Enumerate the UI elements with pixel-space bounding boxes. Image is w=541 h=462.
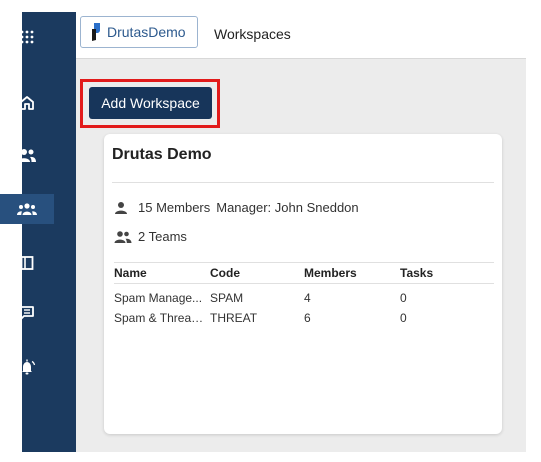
message-icon[interactable] (0, 298, 54, 328)
table-header: Name Code Members Tasks (114, 263, 494, 283)
page-title: Workspaces (214, 26, 291, 42)
cell-code: SPAM (210, 291, 244, 305)
workspace-title: Drutas Demo (112, 146, 212, 163)
members-count: 15 Members (138, 200, 211, 215)
alarm-icon[interactable] (0, 352, 54, 382)
manager-name: Manager: John Sneddon (216, 200, 359, 215)
header-tasks: Tasks (400, 266, 434, 280)
apps-grid-icon[interactable] (0, 22, 54, 52)
workspace-card[interactable]: Drutas Demo 15 Members Manager: John Sne… (104, 134, 502, 434)
cell-name: Spam & Threat ... (114, 311, 208, 325)
header-code: Code (210, 266, 240, 280)
brand-logo-icon (91, 23, 101, 41)
home-icon[interactable] (0, 88, 54, 118)
users-icon[interactable] (0, 140, 54, 170)
card-divider (112, 182, 494, 183)
teams-row: 2 Teams (114, 229, 187, 244)
table-row[interactable]: Spam Manage... SPAM 4 0 (114, 288, 494, 308)
members-row: 15 Members Manager: John Sneddon (114, 200, 359, 215)
top-bar: DrutasDemo Workspaces (76, 12, 526, 59)
add-workspace-button[interactable]: Add Workspace (89, 87, 212, 119)
teams-count: 2 Teams (138, 229, 187, 244)
table-row[interactable]: Spam & Threat ... THREAT 6 0 (114, 308, 494, 328)
workspace-brand-button[interactable]: DrutasDemo (80, 16, 198, 48)
teams-icon[interactable] (0, 194, 54, 224)
person-icon (114, 201, 128, 215)
cell-tasks: 0 (400, 311, 407, 325)
cell-code: THREAT (210, 311, 258, 325)
cell-name: Spam Manage... (114, 291, 203, 305)
cell-members: 4 (304, 291, 311, 305)
cell-tasks: 0 (400, 291, 407, 305)
group-icon (114, 230, 132, 244)
cell-members: 6 (304, 311, 311, 325)
table-header-divider (114, 283, 494, 284)
book-icon[interactable] (0, 248, 54, 278)
header-name: Name (114, 266, 147, 280)
header-members: Members (304, 266, 357, 280)
sidebar (22, 12, 76, 452)
brand-name: DrutasDemo (107, 24, 186, 40)
teams-table: Name Code Members Tasks Spam Manage... S… (114, 262, 494, 328)
